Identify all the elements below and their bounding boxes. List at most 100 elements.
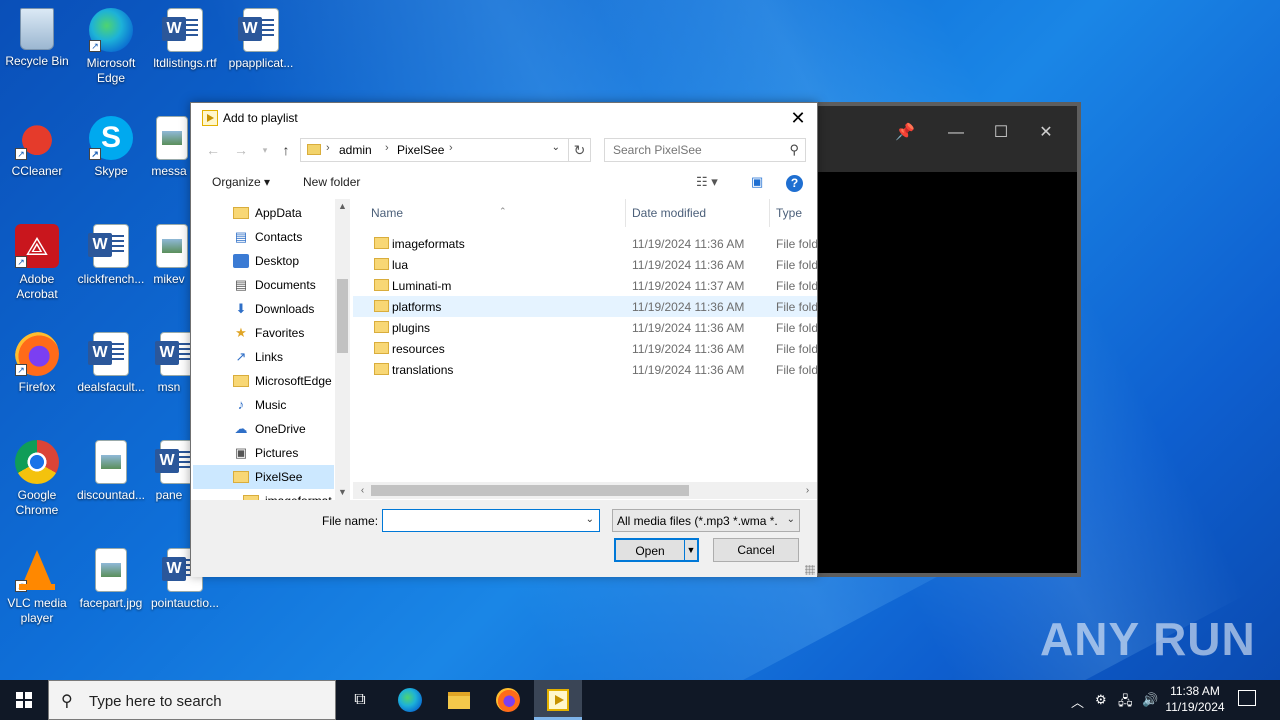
pin-icon[interactable]: 📌 — [890, 118, 920, 148]
desktop-icon-label: CCleaner — [11, 164, 63, 178]
network-icon[interactable]: 🖧 — [1118, 692, 1133, 714]
minimize-button[interactable]: — — [941, 118, 971, 148]
file-row[interactable]: imageformats 11/19/2024 11:36 AM File fo… — [353, 233, 817, 254]
volume-icon[interactable]: 🔊 — [1142, 692, 1158, 708]
desktop-icon-edge[interactable]: ↗ Microsoft Edge — [74, 2, 148, 86]
scroll-right-arrow-icon[interactable]: › — [800, 483, 815, 498]
close-button[interactable]: ✕ — [1031, 118, 1061, 148]
desktop-icon-pane[interactable]: pane — [148, 434, 190, 503]
open-split-dropdown-icon[interactable]: ▼ — [684, 540, 697, 560]
file-row-selected[interactable]: platforms 11/19/2024 11:36 AM File fold — [353, 296, 817, 317]
file-type-filter-select[interactable]: All media files (*.mp3 *.wma *.a ⌄ — [612, 509, 800, 532]
notification-center-icon[interactable] — [1238, 690, 1256, 706]
nav-item-appdata[interactable]: AppData — [193, 201, 334, 225]
pictures-icon: ▣ — [234, 445, 248, 460]
file-name-combobox[interactable]: ⌄ — [382, 509, 600, 532]
scroll-down-arrow-icon[interactable]: ▼ — [335, 485, 349, 500]
taskbar-edge[interactable] — [386, 680, 434, 720]
taskbar-search-box[interactable]: ⚲ Type here to search — [48, 680, 336, 720]
task-view-icon[interactable]: ⧉ — [336, 680, 384, 720]
taskbar-file-explorer[interactable] — [435, 680, 483, 720]
scroll-up-arrow-icon[interactable]: ▲ — [335, 199, 349, 214]
scrollbar-thumb[interactable] — [371, 485, 689, 496]
taskbar-pixelsee[interactable] — [534, 680, 582, 720]
desktop-icon-vlc[interactable]: ↗ VLC media player — [0, 542, 74, 626]
refresh-icon[interactable]: ↻ — [568, 139, 590, 161]
nav-item-contacts[interactable]: ▤ Contacts — [193, 225, 334, 249]
breadcrumb-admin[interactable]: admin — [339, 143, 372, 157]
recent-locations-chevron-icon[interactable]: ▾ — [255, 140, 275, 160]
desktop-icon-ccleaner[interactable]: ↗ CCleaner — [0, 110, 74, 179]
desktop-icon-firefox[interactable]: ↗ Firefox — [0, 326, 74, 395]
nav-item-downloads[interactable]: ⬇ Downloads — [193, 297, 334, 321]
file-row[interactable]: plugins 11/19/2024 11:36 AM File fold — [353, 317, 817, 338]
nav-item-imageformat[interactable]: imageformat — [203, 489, 344, 500]
file-type: File fold — [776, 258, 817, 272]
desktop-icon-recycle-bin[interactable]: Recycle Bin — [0, 2, 74, 69]
nav-item-favorites[interactable]: ★ Favorites — [193, 321, 334, 345]
tray-app-icon[interactable]: ⚙ — [1095, 692, 1107, 708]
desktop-icon-dealsfacult[interactable]: dealsfacult... — [74, 326, 148, 395]
desktop-icon-msn[interactable]: msn — [148, 326, 190, 395]
column-header-name[interactable]: Name ⌃ — [363, 199, 626, 227]
help-icon[interactable]: ? — [786, 175, 803, 192]
scroll-left-arrow-icon[interactable]: ‹ — [355, 483, 370, 498]
new-folder-button[interactable]: New folder — [303, 175, 360, 189]
desktop-icon-clickfrench[interactable]: clickfrench... — [74, 218, 148, 287]
nav-item-desktop[interactable]: Desktop — [193, 249, 334, 273]
chevron-down-icon[interactable]: ⌄ — [586, 514, 594, 525]
desktop-icon-chrome[interactable]: Google Chrome — [0, 434, 74, 518]
nav-item-music[interactable]: ♪ Music — [193, 393, 334, 417]
nav-item-onedrive[interactable]: ☁ OneDrive — [193, 417, 334, 441]
file-type: File fold — [776, 237, 817, 251]
nav-item-pixelsee[interactable]: PixelSee — [193, 465, 334, 489]
file-name-input[interactable] — [383, 510, 573, 531]
cancel-button[interactable]: Cancel — [713, 538, 799, 562]
preview-pane-icon[interactable]: ▣ — [751, 174, 763, 190]
nav-item-microsoftedge[interactable]: MicrosoftEdge — [193, 369, 334, 393]
column-header-type[interactable]: Type — [768, 199, 817, 227]
address-dropdown-icon[interactable]: ⌄ — [552, 142, 560, 153]
desktop-icon-mikev[interactable]: mikev — [148, 218, 190, 287]
file-row[interactable]: lua 11/19/2024 11:36 AM File fold — [353, 254, 817, 275]
nav-item-documents[interactable]: ▤ Documents — [193, 273, 334, 297]
taskbar-firefox[interactable] — [484, 680, 532, 720]
desktop-icon-acrobat[interactable]: ⟁ ↗ Adobe Acrobat — [0, 218, 74, 302]
file-name-label: File name: — [322, 514, 379, 528]
file-name: platforms — [392, 300, 442, 314]
resize-grip-icon[interactable] — [805, 565, 815, 575]
tray-overflow-chevron-icon[interactable]: ︿ — [1071, 692, 1084, 711]
close-button[interactable]: ✕ — [785, 107, 811, 129]
file-row[interactable]: resources 11/19/2024 11:36 AM File fold — [353, 338, 817, 359]
desktop-icon-facepart[interactable]: facepart.jpg — [74, 542, 148, 611]
back-arrow-icon[interactable]: ← — [203, 140, 223, 160]
desktop-icon-messa[interactable]: messa — [148, 110, 190, 179]
nav-item-links[interactable]: ↗ Links — [193, 345, 334, 369]
start-button[interactable] — [0, 680, 48, 720]
organize-button[interactable]: Organize ▾ — [212, 175, 270, 189]
desktop-icon-ltdlistings[interactable]: ltdlistings.rtf — [148, 2, 222, 71]
maximize-button[interactable]: ☐ — [986, 118, 1016, 148]
file-row[interactable]: translations 11/19/2024 11:36 AM File fo… — [353, 359, 817, 380]
search-box[interactable]: ⚲ — [604, 138, 806, 162]
search-input[interactable] — [605, 139, 781, 161]
desktop-icon-skype[interactable]: S ↗ Skype — [74, 110, 148, 179]
column-header-date[interactable]: Date modified — [624, 199, 770, 227]
scrollbar-thumb[interactable] — [337, 279, 348, 353]
address-bar[interactable]: › admin › PixelSee › ⌄ ↻ — [300, 138, 591, 162]
file-name: translations — [392, 363, 454, 377]
nav-pane-scrollbar[interactable]: ▲ ▼ — [335, 199, 349, 500]
view-options-icon[interactable]: ☷ ▾ — [696, 174, 718, 190]
desktop-icon-discountad[interactable]: discountad... — [74, 434, 148, 503]
nav-item-pictures[interactable]: ▣ Pictures — [193, 441, 334, 465]
desktop-icon-ppapplicat[interactable]: ppapplicat... — [224, 2, 298, 71]
open-button[interactable]: Open ▼ — [614, 538, 699, 562]
taskbar-clock[interactable]: 11:38 AM 11/19/2024 — [1162, 683, 1228, 715]
desktop-icon-label: clickfrench... — [77, 272, 145, 286]
forward-arrow-icon[interactable]: → — [231, 140, 251, 160]
up-arrow-icon[interactable]: ↑ — [276, 140, 296, 160]
file-row[interactable]: Luminati-m 11/19/2024 11:37 AM File fold — [353, 275, 817, 296]
breadcrumb-pixelsee[interactable]: PixelSee — [397, 143, 444, 157]
file-list-horizontal-scrollbar[interactable]: ‹ › — [353, 482, 817, 499]
file-explorer-icon — [448, 692, 470, 709]
